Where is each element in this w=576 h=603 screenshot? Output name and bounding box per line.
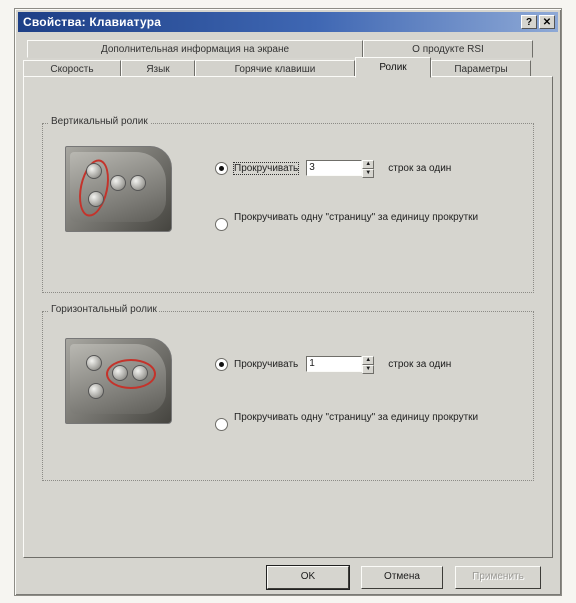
mouse-button-icon bbox=[88, 383, 104, 399]
mouse-button-icon bbox=[86, 163, 102, 179]
horizontal-lines-unit: строк за один bbox=[388, 358, 452, 370]
mouse-button-icon bbox=[86, 355, 102, 371]
tab-about-rsi[interactable]: О продукте RSI bbox=[363, 40, 533, 58]
horizontal-lines-stepper[interactable]: 1 ▲ ▼ bbox=[306, 356, 375, 374]
window-title: Свойства: Клавиатура bbox=[23, 15, 162, 29]
vertical-lines-stepper[interactable]: 3 ▲ ▼ bbox=[306, 160, 375, 178]
vertical-page-label[interactable]: Прокручивать одну "страницу" за единицу … bbox=[234, 212, 494, 224]
vertical-lines-label[interactable]: Прокручивать bbox=[232, 161, 300, 175]
arrow-down-icon[interactable]: ▼ bbox=[362, 169, 375, 178]
horizontal-page-radio[interactable] bbox=[215, 418, 228, 431]
horizontal-lines-radio[interactable] bbox=[215, 357, 228, 371]
mouse-button-icon bbox=[88, 191, 104, 207]
tab-wheel[interactable]: Ролик bbox=[355, 57, 431, 78]
title-bar[interactable]: Свойства: Клавиатура ? ✕ bbox=[18, 12, 558, 32]
vertical-scroll-lines-option: Прокручивать 3 ▲ ▼ строк за один bbox=[215, 160, 452, 178]
vertical-lines-radio[interactable] bbox=[215, 161, 228, 175]
keyboard-properties-dialog: Свойства: Клавиатура ? ✕ Дополнительная … bbox=[14, 8, 562, 596]
tab-row-front: Скорость Язык Горячие клавиши Ролик Пара… bbox=[23, 57, 531, 78]
horizontal-page-label[interactable]: Прокручивать одну "страницу" за единицу … bbox=[234, 412, 494, 424]
vertical-wheel-group: Вертикальный ролик Прокручивать 3 ▲ ▼ ст… bbox=[42, 116, 534, 293]
arrow-up-icon[interactable]: ▲ bbox=[362, 160, 375, 169]
mouse-button-icon bbox=[112, 365, 128, 381]
vertical-page-radio[interactable] bbox=[215, 218, 228, 231]
mouse-button-icon bbox=[110, 175, 126, 191]
tab-row-back: Дополнительная информация на экране О пр… bbox=[27, 40, 533, 58]
vertical-wheel-mouse-image bbox=[65, 146, 172, 232]
horizontal-wheel-legend: Горизонтальный ролик bbox=[49, 304, 159, 315]
vertical-lines-arrows[interactable]: ▲ ▼ bbox=[362, 160, 375, 178]
ok-button[interactable]: OK bbox=[266, 565, 350, 590]
horizontal-lines-arrows[interactable]: ▲ ▼ bbox=[362, 356, 375, 374]
horizontal-lines-input[interactable]: 1 bbox=[306, 356, 363, 372]
arrow-up-icon[interactable]: ▲ bbox=[362, 356, 375, 365]
horizontal-scroll-page-option: Прокручивать одну "страницу" за единицу … bbox=[215, 412, 494, 431]
horizontal-wheel-mouse-image bbox=[65, 338, 172, 424]
help-button[interactable]: ? bbox=[521, 15, 537, 29]
vertical-scroll-page-option: Прокручивать одну "страницу" за единицу … bbox=[215, 212, 494, 231]
close-button[interactable]: ✕ bbox=[539, 15, 555, 29]
horizontal-wheel-group: Горизонтальный ролик Прокручивать 1 ▲ ▼ bbox=[42, 304, 534, 481]
tab-panel-wheel: Вертикальный ролик Прокручивать 3 ▲ ▼ ст… bbox=[23, 76, 553, 558]
cancel-button[interactable]: Отмена bbox=[361, 566, 443, 589]
mouse-button-icon bbox=[130, 175, 146, 191]
apply-button[interactable]: Применить bbox=[455, 566, 541, 589]
vertical-lines-unit: строк за один bbox=[388, 162, 452, 174]
mouse-button-icon bbox=[132, 365, 148, 381]
tab-onscreen-info[interactable]: Дополнительная информация на экране bbox=[27, 40, 363, 58]
arrow-down-icon[interactable]: ▼ bbox=[362, 365, 375, 374]
vertical-wheel-legend: Вертикальный ролик bbox=[49, 116, 150, 127]
horizontal-lines-label[interactable]: Прокручивать bbox=[234, 359, 298, 370]
horizontal-scroll-lines-option: Прокручивать 1 ▲ ▼ строк за один bbox=[215, 356, 452, 374]
vertical-lines-input[interactable]: 3 bbox=[306, 160, 363, 176]
title-bar-buttons: ? ✕ bbox=[521, 15, 555, 29]
